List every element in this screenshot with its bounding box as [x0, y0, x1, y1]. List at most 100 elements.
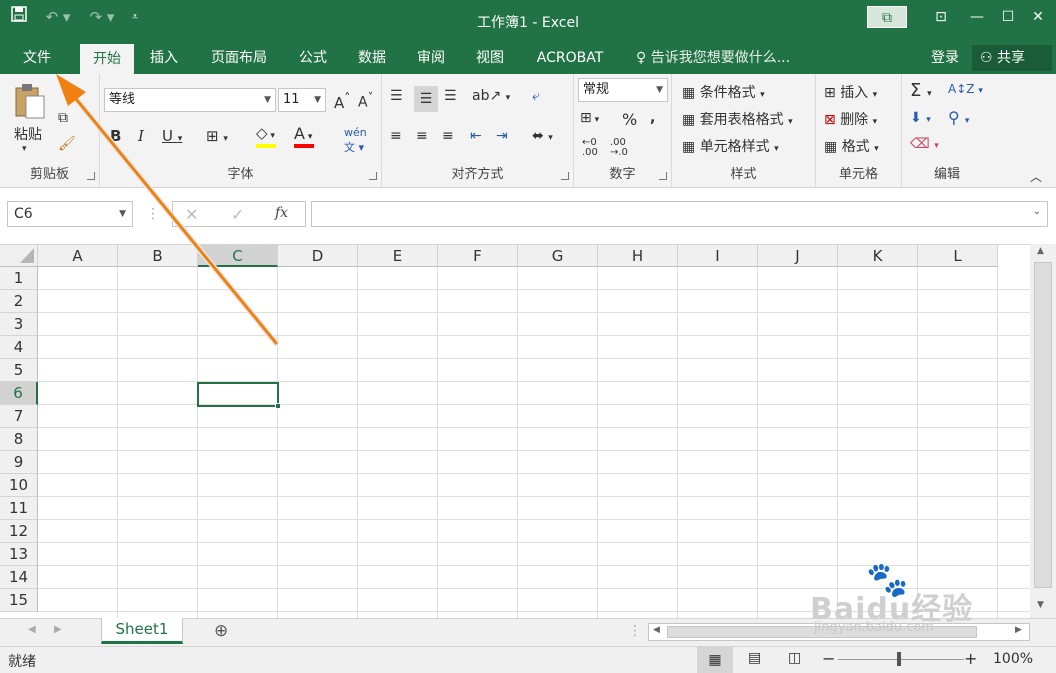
- orientation-icon[interactable]: ab↗ ▾: [472, 88, 510, 104]
- tab-home[interactable]: 开始: [80, 44, 134, 74]
- tab-acrobat[interactable]: ACROBAT: [530, 42, 610, 74]
- row-header-12[interactable]: 12: [0, 520, 38, 543]
- vertical-scrollbar[interactable]: ▲ ▼: [1030, 244, 1056, 618]
- maximize-icon[interactable]: ☐: [994, 6, 1022, 28]
- format-painter-icon[interactable]: 🖌: [58, 136, 76, 152]
- paste-label[interactable]: 粘贴: [14, 124, 42, 144]
- decrease-indent-icon[interactable]: ⇤: [470, 128, 482, 144]
- sort-filter-icon[interactable]: A↕Z ▾: [948, 82, 983, 96]
- decrease-decimal-icon[interactable]: .00 →.0: [610, 138, 628, 158]
- column-header-l[interactable]: L: [918, 245, 998, 267]
- minimize-icon[interactable]: —: [963, 6, 991, 28]
- align-left-icon[interactable]: ≡: [390, 128, 402, 144]
- column-header-b[interactable]: B: [118, 245, 198, 267]
- tab-insert[interactable]: 插入: [142, 42, 186, 74]
- column-header-k[interactable]: K: [838, 245, 918, 267]
- column-header-h[interactable]: H: [598, 245, 678, 267]
- font-launcher-icon[interactable]: [369, 172, 377, 180]
- row-header-14[interactable]: 14: [0, 566, 38, 589]
- paste-dropdown-icon[interactable]: ▾: [22, 144, 27, 154]
- column-header-c[interactable]: C: [198, 245, 278, 267]
- scroll-thumb[interactable]: [1034, 262, 1052, 588]
- normal-view-icon[interactable]: ▦: [697, 647, 733, 673]
- fill-color-icon[interactable]: ◇ ▾: [256, 124, 276, 148]
- active-cell[interactable]: [197, 382, 279, 407]
- share-button[interactable]: ⚇ 共享: [972, 45, 1052, 71]
- scroll-right-icon[interactable]: ▶: [1015, 625, 1022, 635]
- sheet-tab[interactable]: Sheet1: [101, 618, 183, 644]
- row-header-1[interactable]: 1: [0, 267, 38, 290]
- insert-function-icon[interactable]: fx: [275, 205, 288, 221]
- fill-handle[interactable]: [275, 403, 281, 409]
- row-header-2[interactable]: 2: [0, 290, 38, 313]
- fill-icon[interactable]: ⬇ ▾: [910, 110, 931, 126]
- border-icon[interactable]: ⊞ ▾: [206, 127, 228, 145]
- increase-indent-icon[interactable]: ⇥: [496, 128, 508, 144]
- row-header-13[interactable]: 13: [0, 543, 38, 566]
- sign-in-link[interactable]: 登录: [931, 42, 959, 74]
- increase-font-icon[interactable]: A˄: [334, 90, 351, 112]
- column-header-e[interactable]: E: [358, 245, 438, 267]
- row-header-6[interactable]: 6: [0, 382, 38, 405]
- column-header-g[interactable]: G: [518, 245, 598, 267]
- enter-icon[interactable]: ✓: [231, 205, 244, 224]
- align-middle-icon[interactable]: ☰: [414, 86, 438, 112]
- align-center-icon[interactable]: ≡: [416, 128, 428, 144]
- underline-icon[interactable]: U ▾: [162, 127, 182, 145]
- cell-styles-button[interactable]: ▦ 单元格样式 ▾: [682, 136, 779, 156]
- clipboard-launcher-icon[interactable]: [87, 172, 95, 180]
- conditional-format-button[interactable]: ▦ 条件格式 ▾: [682, 82, 765, 102]
- phonetic-icon[interactable]: wén 文 ▾: [344, 126, 367, 155]
- scroll-down-icon[interactable]: ▼: [1037, 600, 1044, 610]
- find-select-icon[interactable]: ⚲ ▾: [948, 108, 969, 127]
- cancel-icon[interactable]: ✕: [185, 205, 198, 224]
- horizontal-scrollbar[interactable]: ◀ ▶: [648, 623, 1030, 641]
- decrease-font-icon[interactable]: A˅: [358, 90, 373, 111]
- align-bottom-icon[interactable]: ☰: [444, 88, 457, 104]
- zoom-slider[interactable]: [838, 659, 964, 660]
- formula-input[interactable]: ⌄: [311, 201, 1048, 227]
- column-header-f[interactable]: F: [438, 245, 518, 267]
- wrap-text-icon[interactable]: ⤶: [532, 88, 540, 104]
- bold-icon[interactable]: B: [110, 127, 121, 145]
- align-right-icon[interactable]: ≡: [442, 128, 454, 144]
- italic-icon[interactable]: I: [138, 127, 144, 145]
- tab-data[interactable]: 数据: [350, 42, 394, 74]
- scroll-up-icon[interactable]: ▲: [1037, 246, 1044, 256]
- comma-icon[interactable]: ,: [650, 110, 655, 126]
- tab-file[interactable]: 文件: [10, 42, 64, 74]
- align-top-icon[interactable]: ☰: [390, 88, 403, 104]
- row-header-3[interactable]: 3: [0, 313, 38, 336]
- zoom-level[interactable]: 100%: [993, 651, 1033, 667]
- column-header-d[interactable]: D: [278, 245, 358, 267]
- row-header-10[interactable]: 10: [0, 474, 38, 497]
- row-header-15[interactable]: 15: [0, 589, 38, 612]
- cell-area[interactable]: [38, 267, 1030, 619]
- delete-cells-button[interactable]: ⊠ 删除 ▾: [824, 109, 877, 129]
- number-launcher-icon[interactable]: [659, 172, 667, 180]
- select-all-corner[interactable]: [0, 245, 38, 267]
- number-format-select[interactable]: 常规 ▼: [578, 78, 668, 102]
- row-header-4[interactable]: 4: [0, 336, 38, 359]
- alignment-launcher-icon[interactable]: [561, 172, 569, 180]
- new-sheet-icon[interactable]: ⊕: [214, 621, 228, 641]
- prev-sheet-icon[interactable]: ◀: [28, 624, 36, 635]
- insert-cells-button[interactable]: ⊞ 插入 ▾: [824, 82, 877, 102]
- tab-review[interactable]: 审阅: [409, 42, 453, 74]
- row-header-5[interactable]: 5: [0, 359, 38, 382]
- font-size-select[interactable]: 11 ▼: [278, 88, 326, 112]
- currency-icon[interactable]: ⊞ ▾: [580, 110, 599, 126]
- increase-decimal-icon[interactable]: ←0.00: [582, 138, 598, 158]
- paste-icon[interactable]: [14, 82, 46, 124]
- tab-page-layout[interactable]: 页面布局: [202, 42, 276, 74]
- collapse-ribbon-icon[interactable]: ︿: [1030, 168, 1042, 185]
- column-header-a[interactable]: A: [38, 245, 118, 267]
- scroll-left-icon[interactable]: ◀: [653, 625, 660, 635]
- row-header-11[interactable]: 11: [0, 497, 38, 520]
- page-break-view-icon[interactable]: ◫: [788, 650, 801, 666]
- row-header-9[interactable]: 9: [0, 451, 38, 474]
- format-cells-button[interactable]: ▦ 格式 ▾: [824, 136, 879, 156]
- autosum-icon[interactable]: Σ ▾: [910, 80, 932, 101]
- tab-formulas[interactable]: 公式: [291, 42, 335, 74]
- percent-icon[interactable]: %: [622, 110, 637, 129]
